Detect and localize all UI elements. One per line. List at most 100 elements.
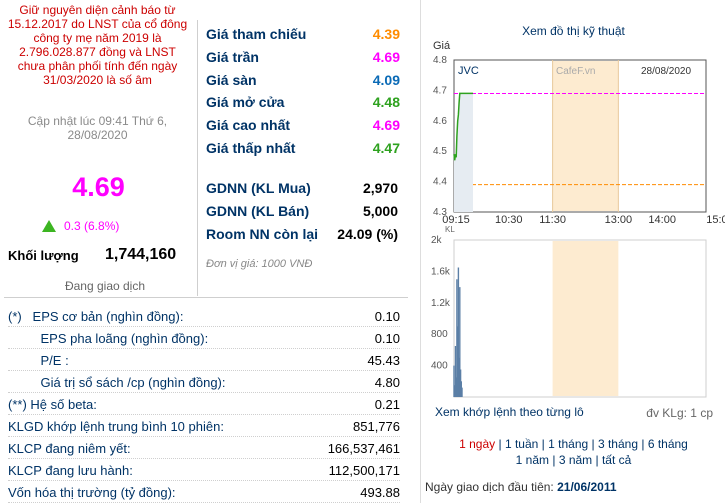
price-row-value: 4.69 — [372, 117, 400, 133]
range-row-1: 1 ngày | 1 tuần | 1 tháng | 3 tháng | 6 … — [421, 436, 725, 452]
update-timestamp: Cập nhật lúc 09:41 Thứ 6, 28/08/2020 — [27, 114, 168, 142]
time-tick-label: 10:30 — [495, 214, 523, 226]
volume-tick-label: 1.6k — [431, 266, 451, 277]
price-row-label: Giá mở cửa — [206, 94, 285, 110]
price-row-reference: Giá tham chiếu 4.39 — [206, 26, 400, 48]
foreign-row-label: GDNN (KL Bán) — [206, 203, 310, 219]
volume-tick-label: 2k — [431, 235, 443, 246]
volume-value: 1,744,160 — [105, 246, 177, 263]
volume-lunch-band — [552, 241, 619, 396]
price-tick-label: 4.8 — [433, 55, 447, 66]
foreign-row-value: 2,970 — [362, 180, 398, 196]
fundamentals-value: 0.21 — [374, 397, 400, 412]
range-link[interactable]: 3 năm — [559, 453, 592, 467]
range-link[interactable]: 1 tháng — [548, 437, 588, 451]
fundamentals-label: (**) Hệ số beta: — [8, 397, 97, 412]
range-separator: | — [538, 437, 549, 451]
foreign-buy-row: GDNN (KL Mua) 2,970 — [206, 180, 398, 196]
price-row-label: Giá tham chiếu — [206, 26, 307, 42]
intraday-chart[interactable]: 4.84.74.64.54.44.3GiáJVC CafeF.vn 28/08/20… — [421, 0, 725, 430]
foreign-row-value: 5,000 — [362, 203, 398, 219]
range-separator: | — [638, 437, 648, 451]
price-row-value: 4.09 — [372, 72, 400, 88]
first-trade-value: 21/06/2011 — [557, 480, 617, 494]
fundamentals-label: P/E : — [8, 353, 69, 368]
price-change-value: 0.3 (6.8%) — [64, 219, 120, 233]
fundamentals-label: KLGD khớp lệnh trung bình 10 phiên: — [8, 419, 224, 434]
range-row-2: 1 năm | 3 năm | tất cả — [421, 452, 725, 468]
price-row-label: Giá sàn — [206, 72, 257, 88]
price-row-low: Giá thấp nhất 4.47 — [206, 140, 400, 162]
price-row-value: 4.47 — [372, 140, 400, 156]
price-unit-note: Đơn vị giá: 1000 VNĐ — [206, 258, 313, 270]
range-link[interactable]: 6 tháng — [648, 437, 688, 451]
fundamentals-row: KLCP đang lưu hành: 112,500,171 — [0, 459, 410, 481]
price-row-label: Giá cao nhất — [206, 117, 291, 133]
volume-tick-label: 800 — [431, 329, 448, 340]
range-separator: | — [495, 437, 505, 451]
price-row-floor: Giá sàn 4.09 — [206, 72, 400, 94]
fundamentals-value: 851,776 — [353, 419, 400, 434]
foreign-room-row: Room NN còn lại 24.09 (%) — [206, 226, 398, 242]
fundamentals-label: Vốn hóa thị trường (tỷ đồng): — [8, 485, 176, 500]
range-separator: | — [549, 453, 559, 467]
fundamentals-value: 0.10 — [374, 309, 400, 324]
range-link[interactable]: tất cả — [602, 453, 631, 467]
price-row-value: 4.39 — [372, 26, 400, 42]
chart-symbol: JVC — [458, 65, 479, 77]
current-price: 4.69 — [72, 172, 125, 202]
fundamentals-row: Giá trị sổ sách /cp (nghìn đồng): 4.80 — [0, 371, 410, 393]
chart-watermark: CafeF.vn — [556, 66, 595, 77]
price-tick-label: 4.5 — [433, 146, 447, 157]
fundamentals-label: (*) EPS cơ bản (nghìn đồng): — [8, 309, 184, 324]
fundamentals-row: P/E : 45.43 — [0, 349, 410, 371]
fundamentals-label: EPS pha loãng (nghìn đồng): — [8, 331, 209, 346]
chart-panel: Xem đồ thị kỹ thuật 4.8 4.7 4.6 4.5 4.4 4.3 Gi… — [420, 0, 725, 503]
tick-detail-link[interactable]: Xem khớp lệnh theo từng lô — [435, 405, 584, 419]
price-tick-label: 4.6 — [433, 116, 447, 127]
lunch-break-band — [552, 61, 619, 211]
range-link[interactable]: 3 tháng — [598, 437, 638, 451]
arrow-up-icon — [42, 220, 56, 232]
volume-label: Khối lượng — [8, 248, 79, 263]
fundamentals-value: 493.88 — [360, 485, 400, 500]
range-selector: 1 ngày | 1 tuần | 1 tháng | 3 tháng | 6 … — [421, 436, 725, 468]
price-row-value: 4.69 — [372, 49, 400, 65]
time-tick-label: 11:30 — [539, 214, 566, 226]
fundamentals-value: 112,500,171 — [328, 463, 400, 478]
volume-unit: đv KLg: 1 cp — [646, 406, 713, 420]
column-divider — [197, 20, 198, 296]
price-axis-label: Giá — [433, 40, 451, 52]
time-tick-label: 13:00 — [605, 214, 633, 226]
fundamentals-row: EPS pha loãng (nghìn đồng): 0.10 — [0, 327, 410, 349]
fundamentals-row: KLCP đang niêm yết: 166,537,461 — [0, 437, 410, 459]
trading-status: Đang giao dịch — [64, 279, 146, 293]
price-row-value: 4.48 — [372, 94, 400, 110]
price-row-open: Giá mở cửa 4.48 — [206, 94, 400, 116]
time-tick-label: 14:00 — [648, 214, 676, 226]
fundamentals-label: KLCP đang lưu hành: — [8, 463, 133, 478]
price-tick-label: 4.4 — [433, 177, 447, 188]
foreign-sell-row: GDNN (KL Bán) 5,000 — [206, 203, 398, 219]
range-separator: | — [588, 437, 598, 451]
foreign-row-value: 24.09 (%) — [337, 226, 398, 242]
fundamentals-row: Vốn hóa thị trường (tỷ đồng): 493.88 — [0, 481, 410, 503]
fundamentals-value: 0.10 — [374, 331, 400, 346]
volume-tick-label: 1.2k — [431, 298, 451, 309]
price-row-label: Giá trần — [206, 49, 259, 65]
price-row-label: Giá thấp nhất — [206, 140, 296, 156]
kl-axis-label: KL — [445, 225, 455, 234]
fundamentals-row: (*) EPS cơ bản (nghìn đồng): 0.10 — [0, 305, 410, 327]
foreign-row-label: Room NN còn lại — [206, 226, 319, 242]
range-link[interactable]: 1 ngày — [459, 437, 495, 451]
chart-date: 28/08/2020 — [641, 66, 691, 77]
fundamentals-label: Giá trị sổ sách /cp (nghìn đồng): — [8, 375, 226, 390]
range-link[interactable]: 1 năm — [516, 453, 549, 467]
fundamentals-row: KLGD khớp lệnh trung bình 10 phiên: 851,7… — [0, 415, 410, 437]
fundamentals-value: 4.80 — [374, 375, 400, 390]
price-change: 0.3 (6.8%) — [42, 219, 119, 233]
fundamentals-label: KLCP đang niêm yết: — [8, 441, 131, 456]
range-link[interactable]: 1 tuần — [505, 437, 538, 451]
warning-notice: Giữ nguyên diện cảnh báo từ 15.12.2017 d… — [7, 3, 188, 87]
range-separator: | — [592, 453, 602, 467]
